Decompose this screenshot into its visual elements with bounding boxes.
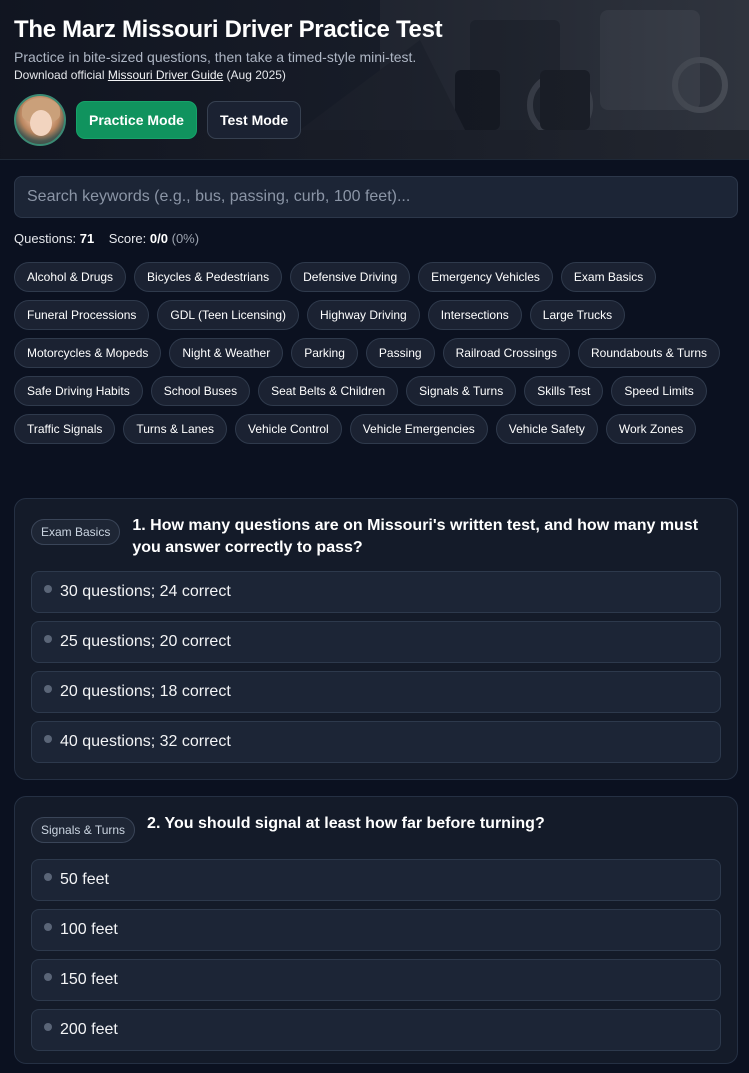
answer-option-label: 25 questions; 20 correct: [60, 633, 231, 650]
answer-options: 50 feet 100 feet 150 feet 200 feet: [31, 859, 721, 1051]
category-chip[interactable]: Exam Basics: [560, 262, 657, 292]
category-chip[interactable]: Alcohol & Drugs: [14, 262, 127, 292]
answer-options: 30 questions; 24 correct 25 questions; 2…: [31, 571, 721, 763]
category-chip[interactable]: Bicycles & Pedestrians: [134, 262, 283, 292]
category-filter-chips: Alcohol & Drugs Bicycles & Pedestrians D…: [14, 262, 738, 444]
radio-dot-icon: [44, 873, 52, 881]
answer-option[interactable]: 100 feet: [31, 909, 721, 951]
answer-option-label: 40 questions; 32 correct: [60, 733, 231, 750]
category-chip[interactable]: Passing: [365, 338, 435, 368]
category-chip[interactable]: Signals & Turns: [406, 376, 517, 406]
radio-dot-icon: [44, 973, 52, 981]
radio-dot-icon: [44, 923, 52, 931]
stats-line: Questions: 71 Score: 0/0 (0%): [14, 231, 199, 246]
category-chip[interactable]: Vehicle Emergencies: [349, 414, 488, 444]
category-chip[interactable]: Highway Driving: [307, 300, 420, 330]
category-chip[interactable]: Defensive Driving: [290, 262, 411, 292]
radio-dot-icon: [44, 585, 52, 593]
mode-switcher: Practice Mode Test Mode: [14, 94, 735, 146]
avatar: [14, 94, 66, 146]
download-guide-line: Download official Missouri Driver Guide …: [14, 67, 735, 83]
category-chip[interactable]: Safe Driving Habits: [14, 376, 143, 406]
answer-option[interactable]: 150 feet: [31, 959, 721, 1001]
questions-label: Questions:: [14, 231, 77, 246]
category-chip[interactable]: Motorcycles & Mopeds: [14, 338, 162, 368]
category-chip[interactable]: School Buses: [150, 376, 251, 406]
question-card: Signals & Turns 2. You should signal at …: [14, 796, 738, 1064]
driver-guide-link[interactable]: Missouri Driver Guide: [108, 68, 223, 82]
answer-option[interactable]: 40 questions; 32 correct: [31, 721, 721, 763]
category-chip[interactable]: Seat Belts & Children: [258, 376, 399, 406]
test-mode-button[interactable]: Test Mode: [206, 101, 302, 139]
answer-option[interactable]: 50 feet: [31, 859, 721, 901]
category-chip[interactable]: Night & Weather: [169, 338, 284, 368]
search-input[interactable]: [14, 176, 738, 218]
category-chip[interactable]: Funeral Processions: [14, 300, 150, 330]
radio-dot-icon: [44, 1023, 52, 1031]
score-value: 0/0: [149, 231, 168, 246]
question-text: 1. How many questions are on Missouri's …: [132, 517, 699, 556]
category-chip[interactable]: GDL (Teen Licensing): [157, 300, 300, 330]
question-category-badge: Signals & Turns: [31, 817, 136, 843]
practice-mode-button[interactable]: Practice Mode: [76, 101, 197, 139]
answer-option-label: 200 feet: [60, 1021, 118, 1038]
category-chip[interactable]: Roundabouts & Turns: [577, 338, 721, 368]
radio-dot-icon: [44, 735, 52, 743]
category-chip[interactable]: Emergency Vehicles: [418, 262, 553, 292]
category-chip[interactable]: Speed Limits: [611, 376, 707, 406]
download-prefix: Download official: [14, 68, 105, 82]
score-label: Score:: [108, 231, 147, 246]
radio-dot-icon: [44, 685, 52, 693]
category-chip[interactable]: Work Zones: [605, 414, 697, 444]
questions-count: 71: [79, 231, 95, 246]
category-chip[interactable]: Skills Test: [524, 376, 604, 406]
category-chip[interactable]: Vehicle Control: [234, 414, 342, 444]
answer-option-label: 150 feet: [60, 971, 118, 988]
question-text: 2. You should signal at least how far be…: [147, 815, 545, 832]
category-chip[interactable]: Intersections: [427, 300, 522, 330]
radio-dot-icon: [44, 635, 52, 643]
answer-option-label: 100 feet: [60, 921, 118, 938]
page-subtitle: Practice in bite-sized questions, then t…: [14, 49, 417, 65]
answer-option[interactable]: 200 feet: [31, 1009, 721, 1051]
category-chip[interactable]: Vehicle Safety: [495, 414, 598, 444]
category-chip[interactable]: Turns & Lanes: [123, 414, 227, 444]
answer-option[interactable]: 30 questions; 24 correct: [31, 571, 721, 613]
question-card: Exam Basics 1. How many questions are on…: [14, 498, 738, 780]
answer-option[interactable]: 25 questions; 20 correct: [31, 621, 721, 663]
guide-date: (Aug 2025): [226, 68, 286, 82]
page-title: The Marz Missouri Driver Practice Test: [14, 16, 443, 43]
answer-option-label: 20 questions; 18 correct: [60, 683, 231, 700]
category-chip[interactable]: Parking: [291, 338, 358, 368]
answer-option-label: 50 feet: [60, 871, 109, 888]
answer-option-label: 30 questions; 24 correct: [60, 583, 231, 600]
question-category-badge: Exam Basics: [31, 519, 121, 545]
category-chip[interactable]: Large Trucks: [529, 300, 626, 330]
score-percent: (0%): [171, 231, 200, 246]
answer-option[interactable]: 20 questions; 18 correct: [31, 671, 721, 713]
category-chip[interactable]: Traffic Signals: [14, 414, 116, 444]
page-header: The Marz Missouri Driver Practice Test P…: [0, 0, 749, 160]
category-chip[interactable]: Railroad Crossings: [442, 338, 570, 368]
